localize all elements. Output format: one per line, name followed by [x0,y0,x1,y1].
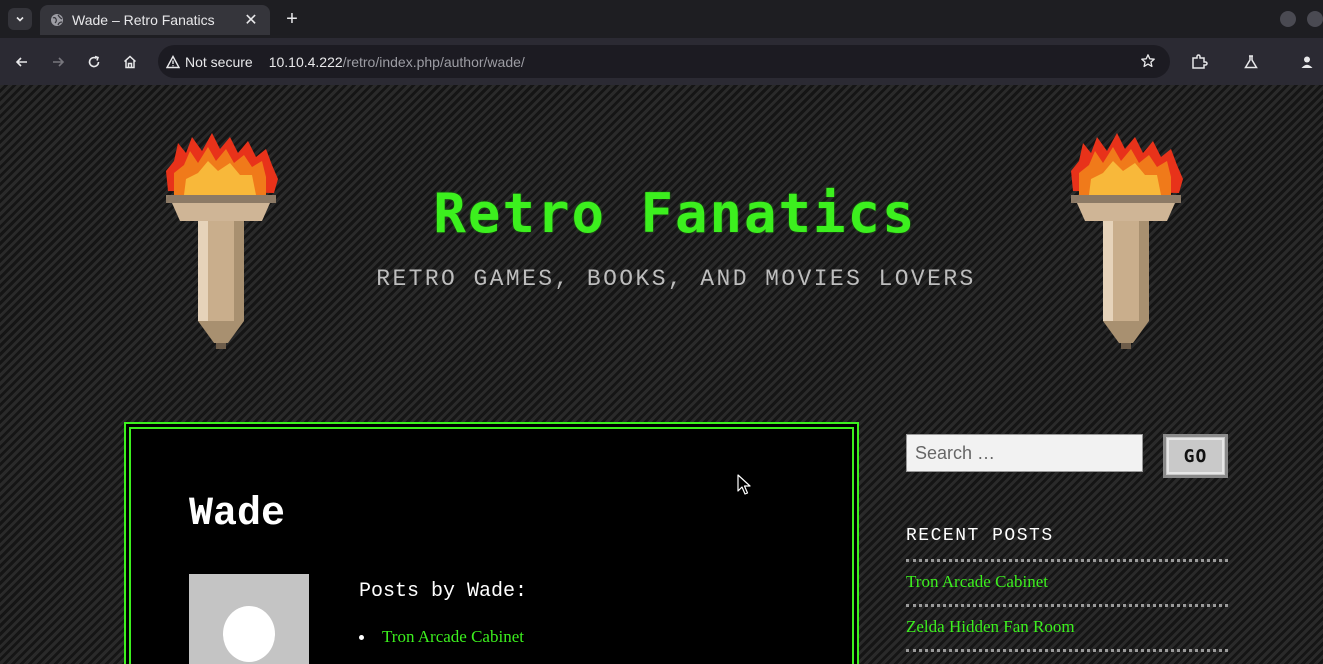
site-description: RETRO GAMES, BOOKS, AND MOVIES LOVERS [376,266,976,292]
chevron-down-icon [16,16,24,22]
search-go-button[interactable]: GO [1163,434,1228,478]
recent-posts-title: RECENT POSTS [906,526,1054,546]
extensions-button[interactable] [1188,51,1210,73]
list-item: Tron Arcade Cabinet [359,627,524,647]
avatar-head-icon [223,606,275,662]
divider [906,559,1228,562]
puzzle-icon [1192,54,1208,69]
avatar [189,574,309,664]
tab-title: Wade – Retro Fanatics [72,12,215,28]
reload-icon [88,55,100,68]
post-link[interactable]: Tron Arcade Cabinet [382,627,524,647]
globe-icon [51,14,63,26]
not-secure-label: Not secure [185,53,253,70]
recent-post-link[interactable]: Tron Arcade Cabinet [906,572,1048,592]
close-tab-icon[interactable]: ✕ [242,10,260,30]
profile-button[interactable] [1296,51,1318,73]
web-page: Retro Fanatics RETRO GAMES, BOOKS, AND M… [0,85,1323,664]
recent-post-link[interactable]: Zelda Hidden Fan Room [906,617,1075,637]
back-button[interactable] [11,51,33,73]
divider [906,649,1228,652]
tab-bar: Wade – Retro Fanatics ✕ + [0,0,1323,38]
navigation-toolbar: Not secure 10.10.4.222/retro/index.php/a… [0,38,1323,85]
profile-icon [1301,56,1313,68]
back-arrow-icon [15,57,27,67]
divider [906,604,1228,607]
flask-icon [1244,55,1258,69]
browser-tab[interactable]: Wade – Retro Fanatics ✕ [40,5,270,35]
forward-arrow-icon [53,57,65,67]
posts-by-heading: Posts by Wade: [359,580,528,603]
labs-button[interactable] [1240,51,1262,73]
author-posts-list: Tron Arcade Cabinet [359,627,524,647]
reload-button[interactable] [83,51,105,73]
address-bar[interactable]: Not secure 10.10.4.222/retro/index.php/a… [158,45,1170,78]
home-button[interactable] [119,51,141,73]
site-security-indicator[interactable]: Not secure [166,54,253,70]
bookmark-star-icon[interactable] [1140,53,1156,74]
home-icon [123,55,137,69]
url-text: 10.10.4.222/retro/index.php/author/wade/ [269,54,525,70]
warning-icon [166,54,180,68]
tab-list-button[interactable] [8,8,32,30]
forward-button[interactable] [47,51,69,73]
maximize-button[interactable] [1307,11,1323,27]
search-input[interactable] [906,434,1143,472]
mouse-cursor-icon [737,474,751,495]
minimize-button[interactable] [1280,11,1296,27]
author-content-box: Wade Posts by Wade: Tron Arcade Cabinet [124,422,859,664]
site-title[interactable]: Retro Fanatics [0,182,1323,245]
new-tab-button[interactable]: + [282,8,302,30]
author-name-heading: Wade [189,492,286,537]
url-host: 10.10.4.222 [268,53,343,70]
url-path: /retro/index.php/author/wade/ [342,53,525,70]
